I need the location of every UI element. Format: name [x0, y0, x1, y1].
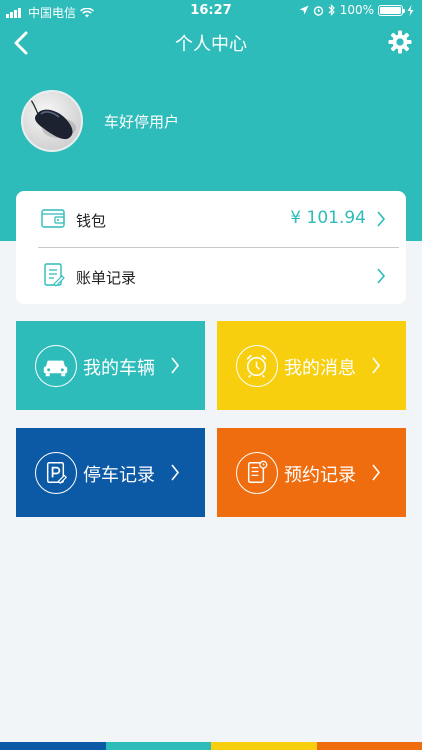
bluetooth-icon	[328, 4, 335, 16]
tile-label: 我的车辆	[83, 358, 155, 379]
chevron-right-icon	[372, 464, 381, 481]
tile-my-messages[interactable]: 我的消息	[217, 321, 406, 410]
chevron-right-icon	[377, 268, 386, 284]
status-right: 100%	[299, 3, 414, 17]
battery-percent: 100%	[339, 3, 374, 17]
tile-label: 预约记录	[284, 465, 356, 486]
chevron-right-icon	[377, 211, 386, 227]
tile-parking-records[interactable]: 停车记录	[16, 428, 205, 517]
car-icon	[35, 345, 77, 387]
notebook-icon	[236, 452, 278, 494]
bill-document-icon	[44, 263, 65, 287]
strip-segment-yellow	[211, 742, 317, 750]
wallet-balance: ¥ 101.94	[290, 208, 366, 228]
battery-icon	[378, 4, 405, 16]
strip-segment-orange	[316, 742, 422, 750]
strip-segment-teal	[105, 742, 211, 750]
wallet-label: 钱包	[76, 212, 107, 230]
username: 车好停用户	[104, 113, 180, 131]
avatar[interactable]	[21, 90, 83, 152]
charging-icon	[407, 4, 414, 16]
status-bar: 中国电信 16:27 100%	[0, 0, 422, 22]
alarm-clock-icon	[236, 345, 278, 387]
chevron-right-icon	[171, 464, 180, 481]
bills-row[interactable]: 账单记录	[16, 248, 406, 304]
settings-gear-icon[interactable]	[388, 30, 412, 54]
chevron-right-icon	[372, 357, 381, 374]
bottom-color-strip	[0, 742, 422, 750]
wallet-card: 钱包 ¥ 101.94 账单记录	[16, 191, 406, 304]
location-arrow-icon	[299, 5, 309, 15]
bills-label: 账单记录	[76, 269, 137, 287]
wallet-icon	[41, 209, 65, 228]
strip-segment-blue	[0, 742, 106, 750]
tile-my-vehicles[interactable]: 我的车辆	[16, 321, 205, 410]
chevron-right-icon	[171, 357, 180, 374]
page-title: 个人中心	[175, 34, 247, 55]
tile-label: 我的消息	[284, 358, 356, 379]
tile-label: 停车记录	[83, 465, 155, 486]
parking-icon	[35, 452, 77, 494]
tile-booking-records[interactable]: 预约记录	[217, 428, 406, 517]
wallet-row[interactable]: 钱包 ¥ 101.94	[16, 191, 406, 247]
alarm-icon	[313, 5, 323, 16]
